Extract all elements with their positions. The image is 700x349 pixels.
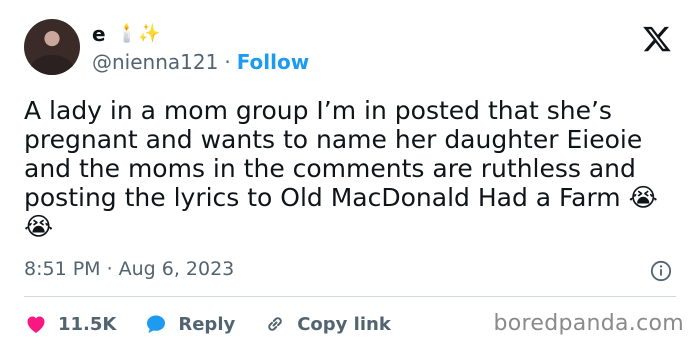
action-bar: 11.5K Reply Copy link xyxy=(24,311,419,337)
handle-row: @nienna121 · Follow xyxy=(92,50,309,74)
reply-bubble-icon xyxy=(147,315,166,333)
follow-button[interactable]: Follow xyxy=(237,50,310,74)
like-count: 11.5K xyxy=(58,313,117,335)
handle-separator: · xyxy=(224,50,231,74)
avatar[interactable] xyxy=(24,19,80,75)
link-icon xyxy=(268,317,282,331)
like-button[interactable]: 11.5K xyxy=(24,312,116,336)
heart-icon xyxy=(27,316,45,333)
tweet-time[interactable]: 8:51 PM xyxy=(24,258,101,280)
reply-label: Reply xyxy=(178,313,236,335)
info-icon[interactable] xyxy=(650,260,672,282)
tweet-text: A lady in a mom group I’m in posted that… xyxy=(24,96,658,241)
copy-link-label: Copy link xyxy=(297,313,391,335)
user-name-row: e 🕯️✨ xyxy=(92,20,160,48)
user-handle[interactable]: @nienna121 xyxy=(92,50,218,74)
divider xyxy=(24,296,676,297)
meta-separator: · xyxy=(106,258,113,280)
tweet-meta: 8:51 PM · Aug 6, 2023 xyxy=(24,258,234,280)
copy-link-button[interactable]: Copy link xyxy=(263,312,391,336)
x-logo-icon[interactable] xyxy=(642,24,672,54)
watermark: boredpanda.com xyxy=(493,311,684,336)
tweet-date[interactable]: Aug 6, 2023 xyxy=(119,258,235,280)
user-name[interactable]: e xyxy=(92,22,106,46)
reply-button[interactable]: Reply xyxy=(144,312,235,336)
name-emojis: 🕯️✨ xyxy=(115,23,161,44)
